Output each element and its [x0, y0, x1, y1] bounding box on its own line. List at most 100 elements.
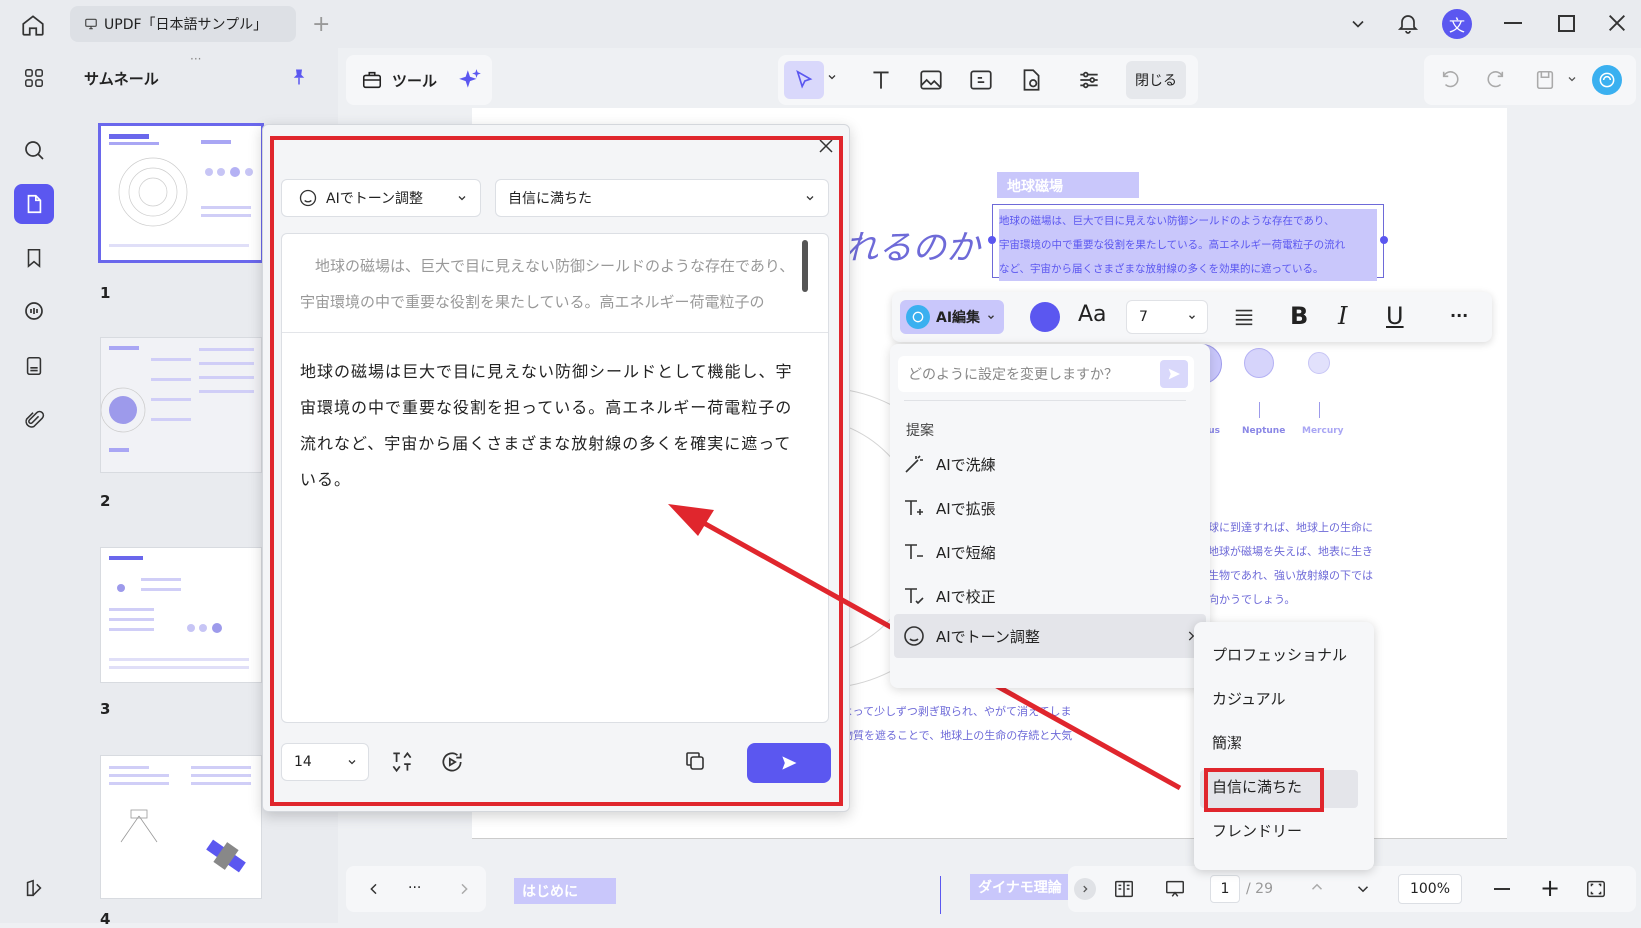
menu-item-shorten[interactable]: AIで短縮 [902, 532, 996, 572]
page-number: 4 [100, 910, 111, 928]
form-icon[interactable] [14, 346, 54, 386]
planet-mercury [1308, 352, 1330, 374]
chevron-down-icon[interactable] [826, 71, 838, 83]
image-tool-icon[interactable] [918, 67, 944, 93]
chevron-left-icon[interactable] [366, 880, 382, 898]
prompt-input[interactable]: どのように設定を変更しますか？ [898, 356, 1194, 392]
page-number: 2 [100, 492, 111, 510]
comment-icon[interactable] [14, 292, 54, 332]
chevron-down-icon[interactable] [1566, 73, 1578, 85]
chevron-down-icon[interactable] [1348, 14, 1368, 34]
more-button[interactable]: ··· [1450, 306, 1468, 325]
fit-screen-icon[interactable] [1584, 878, 1608, 900]
collapse-icon[interactable] [1074, 878, 1096, 900]
tab-title: UPDF「日本語サンプル」 [104, 17, 268, 33]
close-edit-button[interactable]: 閉じる [1126, 61, 1186, 99]
toolbox-icon[interactable] [360, 69, 384, 91]
text-size-select[interactable]: 7 [1126, 300, 1208, 334]
minimize-button[interactable] [1504, 22, 1522, 24]
close-window-button[interactable] [1606, 12, 1628, 34]
menu-item-proofread[interactable]: AIで校正 [902, 576, 996, 616]
tone-option-casual[interactable]: カジュアル [1212, 688, 1286, 709]
menu-item-tone[interactable]: AIでトーン調整 [902, 616, 1198, 656]
select-tool-icon[interactable] [784, 61, 824, 99]
link-tool-icon[interactable] [968, 67, 994, 93]
tone-option-confident[interactable]: 自信に満ちた [1212, 776, 1302, 797]
bell-icon[interactable] [1396, 10, 1420, 36]
drag-handle[interactable]: ··· [190, 52, 201, 66]
more-button[interactable]: ··· [408, 880, 421, 896]
edit-toolbar: 閉じる [778, 55, 1198, 105]
underline-button[interactable]: U [1386, 302, 1404, 330]
prompt-placeholder: どのように設定を変更しますか？ [908, 367, 1118, 383]
document-tab[interactable]: UPDF「日本語サンプル」 [70, 6, 296, 42]
selected-line: 地球の磁場は、巨大で目に見えない防御シールドのような存在であり、 [999, 209, 1377, 233]
suggestions-title: 提案 [906, 423, 934, 439]
bold-button[interactable]: B [1290, 302, 1308, 330]
current-page-input[interactable]: 1 [1210, 875, 1240, 903]
search-icon[interactable] [14, 130, 54, 170]
settings-sliders-icon[interactable] [1076, 67, 1102, 93]
tone-option-concise[interactable]: 簡潔 [1212, 732, 1242, 753]
zoom-in-button[interactable]: + [1540, 874, 1560, 902]
home-icon[interactable] [20, 12, 46, 38]
zoom-input[interactable]: 100% [1398, 874, 1462, 904]
thumbnail-view-icon[interactable] [14, 184, 54, 224]
footer-divider [940, 876, 941, 914]
font-button[interactable]: Aa [1078, 302, 1107, 327]
menu-item-refine[interactable]: AIで洗練 [902, 444, 996, 484]
ai-logo-icon [906, 305, 930, 329]
apps-icon[interactable] [14, 58, 54, 98]
thumbnail-page-2[interactable] [101, 338, 261, 472]
undo-icon[interactable] [1440, 69, 1462, 91]
bookmark-icon[interactable] [14, 238, 54, 278]
title-bar: UPDF「日本語サンプル」 + 文 [0, 0, 1641, 48]
text-tool-icon[interactable] [868, 67, 894, 93]
chevron-down-icon[interactable] [1354, 880, 1372, 898]
maximize-button[interactable] [1558, 15, 1575, 32]
align-icon[interactable] [1232, 306, 1256, 328]
ai-sparkle-icon[interactable] [457, 67, 483, 93]
section-heading: 地球磁場 [997, 172, 1139, 198]
ai-menu: どのように設定を変更しますか？ 提案 AIで洗練 AIで拡張 AIで短縮 AIで… [890, 344, 1210, 688]
watermark-tool-icon[interactable] [1018, 67, 1044, 93]
page-nav-group: ··· [346, 866, 486, 912]
thumbnail-page-4[interactable] [101, 756, 261, 898]
paragraph-line: 向かうでしょう。 [1208, 593, 1296, 606]
paragraph-line: 球に到達すれば、地球上の生命に [1208, 521, 1373, 534]
chevron-up-icon[interactable] [1308, 878, 1326, 896]
page-indicator: 1 / 29 [1210, 874, 1294, 904]
tone-option-friendly[interactable]: フレンドリー [1212, 820, 1302, 841]
presentation-icon[interactable] [1162, 878, 1188, 900]
thumbnail-page-3[interactable] [101, 548, 261, 682]
tone-option-professional[interactable]: プロフェッショナル [1212, 644, 1347, 665]
tools-label[interactable]: ツール [392, 70, 437, 91]
ai-assistant-icon[interactable] [1592, 65, 1622, 95]
text-color-swatch[interactable] [1030, 302, 1060, 332]
ai-edit-button[interactable]: AI編集 [900, 300, 1004, 334]
avatar[interactable]: 文 [1442, 9, 1472, 39]
selected-text-box[interactable]: 地球の磁場は、巨大で目に見えない防御シールドのような存在であり、 宇宙環境の中で… [988, 204, 1388, 281]
redo-icon[interactable] [1484, 69, 1506, 91]
menu-item-expand[interactable]: AIで拡張 [902, 488, 996, 528]
bottom-bar: ··· はじめに ダイナモ理論 1 / 29 100% + [346, 866, 1636, 916]
sidebar-toggle-icon[interactable] [14, 868, 54, 908]
view-controls: 1 / 29 100% + [1068, 866, 1636, 912]
tone-face-icon [902, 624, 926, 648]
new-tab-button[interactable]: + [312, 12, 330, 37]
resize-handle[interactable] [1380, 236, 1388, 244]
page-layout-icon[interactable] [1112, 878, 1136, 900]
page-number: 1 [100, 284, 111, 302]
prompt-send-icon[interactable] [1160, 360, 1188, 388]
thumbnail-page-1[interactable] [101, 126, 261, 260]
save-icon[interactable] [1534, 68, 1556, 92]
zoom-out-button[interactable] [1494, 888, 1510, 890]
attachment-icon[interactable] [14, 400, 54, 440]
italic-button[interactable]: I [1338, 302, 1347, 330]
text-shorten-icon [902, 540, 926, 564]
monitor-icon [84, 17, 98, 31]
resize-handle[interactable] [988, 236, 996, 244]
menu-item-label: AIで短縮 [936, 543, 996, 562]
chevron-right-icon[interactable] [456, 880, 472, 898]
pin-icon[interactable] [290, 66, 308, 88]
